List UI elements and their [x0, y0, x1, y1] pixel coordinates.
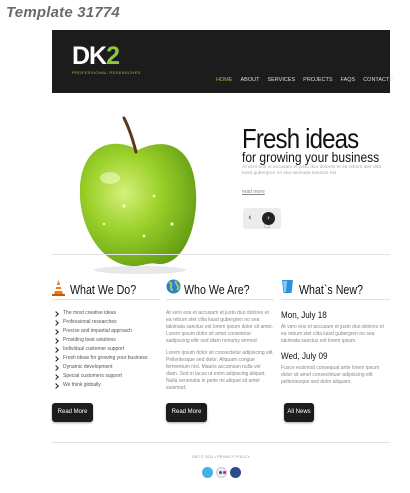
slider-pager: ‹ › [243, 208, 281, 229]
list-item[interactable]: Precise and impartial approach [52, 327, 160, 336]
main-nav: HOME ABOUT SERVICES PROJECTS FAQS CONTAC… [216, 77, 393, 83]
logo[interactable]: DK2 PROFESSIONAL RESEARCHES [72, 42, 141, 76]
what-we-do-read-more-button[interactable]: Read More [52, 403, 93, 422]
what-we-do-column: What We Do? The most creative ideas Prof… [52, 278, 160, 390]
prev-arrow-icon[interactable]: ‹ [248, 213, 252, 224]
divider [52, 442, 390, 443]
template-title: Template 31774 [6, 4, 120, 21]
column-heading: Who We Are? [166, 278, 274, 300]
list-item[interactable]: Fresh ideas for growing your business [52, 354, 160, 363]
list-item[interactable]: Individual customer support [52, 345, 160, 354]
list-item[interactable]: Special customers support [52, 372, 160, 381]
who-we-are-text-2: Lorem ipsum dolor sit consectetur adipis… [166, 350, 274, 391]
column-heading: What`s New? [281, 278, 390, 300]
logo-dk: DK [72, 42, 107, 70]
nav-projects[interactable]: PROJECTS [303, 77, 332, 83]
who-we-are-read-more-button[interactable]: Read More [166, 403, 207, 422]
whats-new-column: What`s New? Mon, July 18 At vero eos et … [281, 278, 390, 386]
globe-icon [166, 279, 181, 294]
cone-icon [52, 280, 65, 296]
who-we-are-column: Who We Are? At vero eos et accusam et ju… [166, 278, 274, 392]
what-we-do-title: What We Do? [70, 282, 137, 297]
news-date-1[interactable]: Mon, July 18 [281, 310, 374, 321]
logo-2: 2 [106, 42, 120, 70]
list-item[interactable]: Dynamic development [52, 363, 160, 372]
list-item[interactable]: The most creative ideas [52, 309, 160, 318]
nav-home[interactable]: HOME [216, 77, 233, 83]
cursor-icon: ☝ [264, 220, 271, 231]
cup-icon [282, 280, 293, 293]
nav-contacts[interactable]: CONTACTS [363, 77, 393, 83]
all-news-button[interactable]: All News [284, 403, 314, 422]
nav-about[interactable]: ABOUT [241, 77, 260, 83]
who-we-are-title: Who We Are? [184, 282, 250, 297]
news-text-1: At vero eos et accusam et justo duo dolo… [281, 324, 384, 344]
news-date-2[interactable]: Wed, July 09 [281, 351, 374, 362]
flickr-icon[interactable] [216, 467, 227, 478]
divider [52, 254, 390, 255]
twitter-icon[interactable] [202, 467, 213, 478]
list-item[interactable]: Providing best solutions [52, 336, 160, 345]
site-header: DK2 PROFESSIONAL RESEARCHES HOME ABOUT S… [52, 30, 393, 93]
nav-services[interactable]: SERVICES [267, 77, 295, 83]
apple-image [79, 116, 197, 274]
logo-subtitle: PROFESSIONAL RESEARCHES [72, 70, 141, 75]
delicious-icon[interactable] [230, 467, 241, 478]
column-heading: What We Do? [52, 278, 160, 300]
news-text-2: Fusce euismod consequat ante lorem ipsum… [281, 365, 380, 385]
footer-text: DK2 © 2011 • PRIVACY POLICY [191, 454, 251, 459]
slider-read-more-link[interactable]: read more [242, 189, 265, 195]
slider-text: At vero eos et accusam et justo duo dolo… [242, 165, 382, 176]
who-we-are-text-1: At vero eos et accusam et justo duo dolo… [166, 310, 273, 344]
slider-subheading: for growing your business [242, 149, 380, 165]
whats-new-title: What`s New? [299, 282, 363, 297]
list-item[interactable]: Professional researches [52, 318, 160, 327]
website-preview: DK2 PROFESSIONAL RESEARCHES HOME ABOUT S… [52, 30, 393, 478]
list-item[interactable]: We think globally [52, 381, 160, 390]
nav-faqs[interactable]: FAQS [341, 77, 356, 83]
what-we-do-list: The most creative ideas Professional res… [52, 309, 160, 390]
